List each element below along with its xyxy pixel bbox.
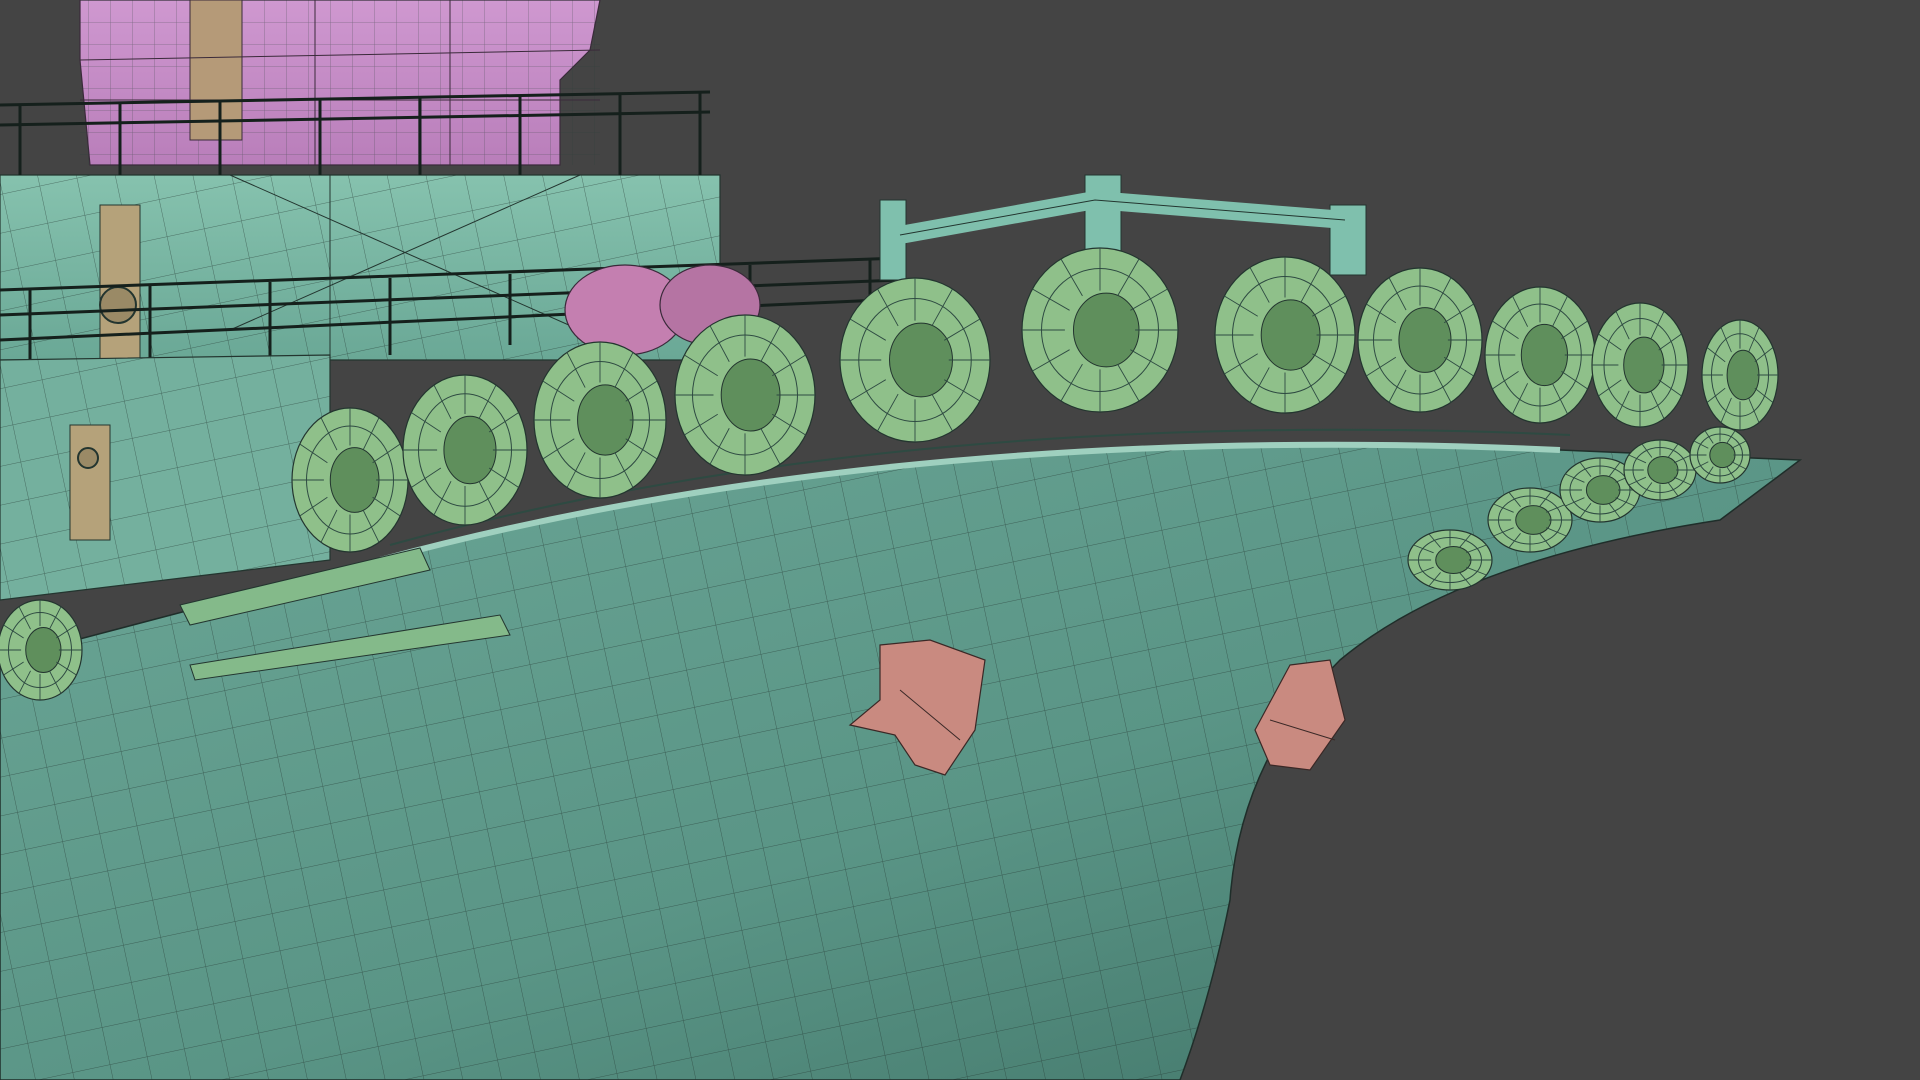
fender-tire-hole	[577, 384, 634, 456]
fender-tire-hole	[443, 415, 497, 485]
fender-tire-hole	[1260, 299, 1321, 371]
fender-tire-hole	[1515, 505, 1552, 535]
fender-tire-hole	[720, 358, 781, 432]
fender-tire-hole	[889, 322, 953, 398]
fender-tire-hole	[1398, 307, 1452, 373]
fender-tire-hole	[1072, 292, 1140, 368]
fender-tire-hole	[1647, 456, 1679, 484]
fender-tire-hole	[1726, 349, 1760, 401]
fender-tire-hole	[1623, 336, 1665, 394]
fender-tire-hole	[1709, 441, 1736, 469]
fender-tire-hole	[1435, 546, 1472, 574]
wheelhouse	[79, 0, 601, 166]
fender-tire-hole	[329, 447, 380, 513]
render-canvas	[0, 0, 1803, 1080]
viewport	[0, 0, 1920, 1080]
lower-deckhouse	[0, 354, 331, 601]
fender-tire-hole	[1520, 323, 1569, 387]
fender-tire-hole	[25, 627, 62, 673]
fender-tire-hole	[1585, 475, 1621, 505]
